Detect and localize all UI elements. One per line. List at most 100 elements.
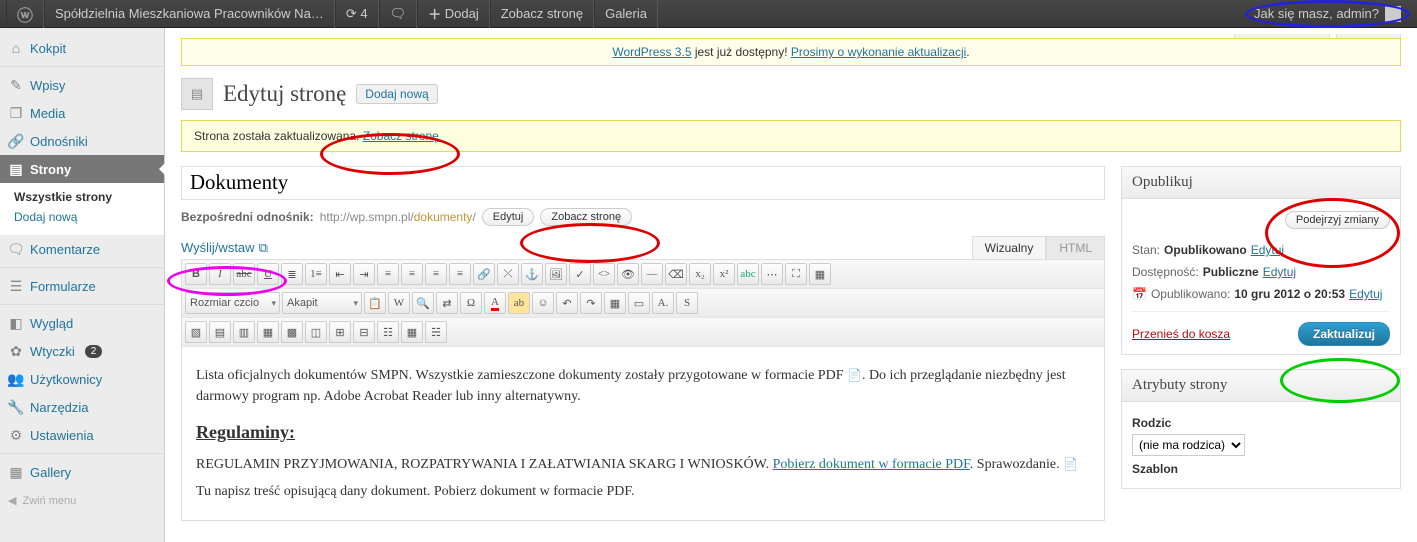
add-new-button[interactable]: Dodaj nową [356, 84, 437, 104]
add-new[interactable]: ＋ Dodaj [417, 0, 490, 28]
align-right-button[interactable]: ≡ [425, 263, 447, 285]
comments-link[interactable]: 🗨 [379, 0, 418, 28]
align-justify-button[interactable]: ≡ [449, 263, 471, 285]
search-button[interactable]: 🔍 [412, 292, 434, 314]
sub-button[interactable]: x₂ [689, 263, 711, 285]
t3-btn-10[interactable]: ▦ [401, 321, 423, 343]
menu-settings[interactable]: ⚙Ustawienia [0, 421, 164, 449]
style-button[interactable]: S [676, 292, 698, 314]
link-button[interactable]: 🔗 [473, 263, 495, 285]
view-site[interactable]: Zobacz stronę [490, 0, 594, 28]
format-select[interactable]: Akapit [282, 292, 362, 314]
menu-appearance[interactable]: ◧Wygląd [0, 304, 164, 337]
notice-view-link[interactable]: Zobacz stronę [363, 129, 439, 143]
align-center-button[interactable]: ≡ [401, 263, 423, 285]
attrs-heading[interactable]: Atrybuty strony [1122, 370, 1400, 402]
menu-posts[interactable]: ✎Wpisy [0, 66, 164, 99]
media-upload-button[interactable]: Wyślij/wstaw ⧉ [181, 240, 268, 256]
parent-select[interactable]: (nie ma rodzica) [1132, 434, 1245, 456]
gallery-link[interactable]: Galeria [594, 0, 658, 28]
table-button[interactable]: ▦ [604, 292, 626, 314]
t3-btn-11[interactable]: ☵ [425, 321, 447, 343]
download-link[interactable]: Pobierz dokument w formacie PDF [773, 457, 970, 472]
layer-button[interactable]: ▭ [628, 292, 650, 314]
menu-links[interactable]: 🔗Odnośniki [0, 127, 164, 155]
site-name[interactable]: Spółdzielnia Mieszkaniowa Pracowników Na… [44, 0, 335, 28]
t3-btn-1[interactable]: ▧ [185, 321, 207, 343]
emoji-button[interactable]: ☺ [532, 292, 554, 314]
edit-visibility-link[interactable]: Edytuj [1263, 265, 1296, 279]
strike-button[interactable]: abc [233, 263, 255, 285]
t3-btn-9[interactable]: ☷ [377, 321, 399, 343]
user-greeting[interactable]: Jak się masz, admin? [1244, 0, 1411, 28]
editor-body[interactable]: Lista oficjalnych dokumentów SMPN. Wszys… [182, 347, 1104, 520]
edit-status-link[interactable]: Edytuj [1251, 243, 1284, 257]
redo-button[interactable]: ↷ [580, 292, 602, 314]
bold-button[interactable]: B [185, 263, 207, 285]
undo-button[interactable]: ↶ [556, 292, 578, 314]
replace-button[interactable]: ⇄ [436, 292, 458, 314]
more-button[interactable]: ⋯ [761, 263, 783, 285]
wp-version-link[interactable]: WordPress 3.5 [612, 45, 691, 59]
tab-html[interactable]: HTML [1046, 236, 1105, 259]
toggle-row-button[interactable]: ▦ [809, 263, 831, 285]
post-title-input[interactable] [181, 166, 1105, 200]
menu-tools[interactable]: 🔧Narzędzia [0, 393, 164, 421]
image-button[interactable]: 🖼 [545, 263, 567, 285]
charmap-button[interactable]: Ω [460, 292, 482, 314]
abbr-button[interactable]: A. [652, 292, 674, 314]
underline-button[interactable]: U [257, 263, 279, 285]
menu-media[interactable]: ❐Media [0, 99, 164, 127]
trash-link[interactable]: Przenieś do kosza [1132, 327, 1230, 341]
indent-button[interactable]: ⇥ [353, 263, 375, 285]
updates-link[interactable]: ⟳ 4 [335, 0, 379, 28]
menu-gallery[interactable]: ▦Gallery [0, 453, 164, 486]
edit-slug-button[interactable]: Edytuj [482, 208, 535, 226]
fullscreen-button[interactable]: ⛶ [785, 263, 807, 285]
align-left-button[interactable]: ≡ [377, 263, 399, 285]
code-button[interactable]: <> [593, 263, 615, 285]
menu-users[interactable]: 👥Użytkownicy [0, 365, 164, 393]
spellcheck-button[interactable]: abc [737, 263, 759, 285]
wp-logo[interactable]: ⓦ [6, 0, 44, 28]
preview-button[interactable]: 👁 [617, 263, 639, 285]
publish-heading[interactable]: Opublikuj [1122, 167, 1400, 199]
backcolor-button[interactable]: ab [508, 292, 530, 314]
paste-word-button[interactable]: W [388, 292, 410, 314]
menu-dashboard[interactable]: ⌂Kokpit [0, 34, 164, 62]
menu-pages[interactable]: ▤Strony [0, 155, 164, 183]
remove-format-button[interactable]: ⌫ [665, 263, 687, 285]
italic-button[interactable]: I [209, 263, 231, 285]
ul-button[interactable]: ≣ [281, 263, 303, 285]
collapse-menu[interactable]: ◀Zwiń menu [0, 486, 164, 515]
sub-all-pages[interactable]: Wszystkie strony [0, 187, 164, 207]
update-button[interactable]: Zaktualizuj [1298, 322, 1390, 346]
t3-btn-3[interactable]: ▥ [233, 321, 255, 343]
menu-forms[interactable]: ☰Formularze [0, 267, 164, 300]
edit-date-link[interactable]: Edytuj [1349, 287, 1382, 301]
ol-button[interactable]: 1≡ [305, 263, 327, 285]
t3-btn-6[interactable]: ◫ [305, 321, 327, 343]
sup-button[interactable]: x² [713, 263, 735, 285]
update-now-link[interactable]: Prosimy o wykonanie aktualizacji [791, 45, 966, 59]
fontsize-select[interactable]: Rozmiar czcio [185, 292, 280, 314]
hr-button[interactable]: — [641, 263, 663, 285]
unlink-button[interactable]: ⤫ [497, 263, 519, 285]
t3-btn-5[interactable]: ▩ [281, 321, 303, 343]
menu-comments[interactable]: 🗨Komentarze [0, 235, 164, 263]
t3-btn-7[interactable]: ⊞ [329, 321, 351, 343]
t3-btn-8[interactable]: ⊟ [353, 321, 375, 343]
paste-text-button[interactable]: 📋 [364, 292, 386, 314]
view-page-button[interactable]: Zobacz stronę [540, 208, 632, 226]
outdent-button[interactable]: ⇤ [329, 263, 351, 285]
clean-button[interactable]: ✓ [569, 263, 591, 285]
nag-text: jest już dostępny! [692, 45, 791, 59]
t3-btn-4[interactable]: ▦ [257, 321, 279, 343]
sub-add-page[interactable]: Dodaj nową [0, 207, 164, 227]
tab-visual[interactable]: Wizualny [972, 236, 1047, 259]
forecolor-button[interactable]: A [484, 292, 506, 314]
menu-plugins[interactable]: ✿Wtyczki2 [0, 337, 164, 365]
preview-button[interactable]: Podejrzyj zmiany [1285, 211, 1390, 229]
t3-btn-2[interactable]: ▤ [209, 321, 231, 343]
anchor-button[interactable]: ⚓ [521, 263, 543, 285]
